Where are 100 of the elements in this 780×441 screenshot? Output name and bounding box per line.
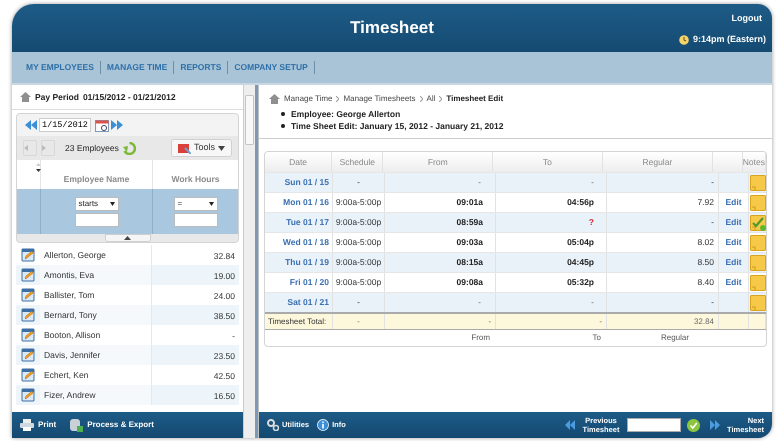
table-cell: 8.50 (697, 256, 714, 269)
chevron-icon (336, 96, 340, 102)
filter-field[interactable] (74, 212, 118, 226)
table-cell: 9:00a-5:00p (336, 256, 382, 269)
home-icon (269, 94, 280, 104)
rewind-icon (25, 120, 37, 130)
column-header: Regular (642, 156, 672, 168)
employee-name[interactable]: Booton, Allison (44, 328, 100, 342)
breadcrumb-link[interactable]: All (426, 93, 436, 105)
edit-link[interactable]: Edit (725, 256, 742, 269)
clock-icon (678, 34, 689, 45)
column-header: Date (289, 156, 308, 168)
print-button[interactable]: Print (20, 419, 56, 431)
sticky-note-icon (750, 174, 766, 190)
filter-dropdown[interactable]: starts (74, 196, 118, 210)
edit-link[interactable]: Edit (725, 236, 742, 249)
home-icon (20, 92, 31, 102)
note-button[interactable] (750, 274, 766, 290)
table-cell: - (711, 176, 714, 189)
employee-count: 23 Employees (65, 142, 119, 154)
filter-field[interactable] (174, 212, 218, 226)
edit-link[interactable]: Edit (725, 276, 742, 289)
table-cell: - (591, 296, 594, 309)
date-link[interactable]: Fri 01 / 20 (290, 276, 329, 289)
table-cell: - (478, 296, 481, 309)
total-cell: - (488, 316, 491, 328)
edit-link[interactable]: Edit (725, 216, 742, 229)
chevron-icon (420, 96, 423, 102)
note-button[interactable] (750, 234, 766, 250)
scrollbar[interactable] (243, 85, 255, 438)
note-button[interactable] (750, 294, 766, 310)
checkmark-icon (687, 418, 700, 432)
table-cell: 09:08a (456, 276, 483, 289)
total-cell: 32.84 (694, 316, 714, 328)
column-header: Notes (742, 156, 765, 168)
work-hours: 24.00 (214, 291, 235, 301)
date-link[interactable]: Mon 01 / 16 (283, 196, 329, 209)
edit-pencil-icon (21, 288, 35, 302)
date-link[interactable]: Sun 01 / 15 (284, 176, 329, 189)
note-button[interactable] (750, 174, 766, 190)
caret-icon (218, 146, 225, 150)
employee-name[interactable]: Echert, Ken (44, 368, 88, 382)
date-field[interactable]: 1/15/2012 (39, 118, 91, 132)
next-page-button[interactable] (41, 140, 55, 156)
previous-page-button[interactable] (23, 140, 37, 156)
database-icon (70, 418, 84, 432)
table-cell: 8.02 (697, 236, 714, 249)
table-cell: ? (588, 216, 594, 229)
table-cell: 9:00a-5:00p (336, 276, 382, 289)
date-link[interactable]: Tue 01 / 17 (286, 216, 329, 229)
table-cell: 09:03a (456, 236, 483, 249)
sticky-note-icon (750, 194, 766, 210)
work-hours: 32.84 (214, 251, 235, 261)
logout-link[interactable]: Logout (732, 12, 762, 26)
approved-note-button[interactable] (750, 214, 766, 230)
table-cell: 08:59a (456, 216, 483, 229)
breadcrumb-link[interactable]: Manage Timesheets (343, 93, 416, 105)
table-cell: 04:56p (567, 196, 594, 209)
toolbox-icon (178, 142, 191, 154)
up-arrow-icon (124, 236, 131, 240)
timesheet-field[interactable] (627, 418, 681, 432)
total-cell: - (357, 316, 360, 328)
app-title: Timesheet (350, 17, 434, 40)
footer-label: From (471, 332, 490, 344)
sticky-note-icon (750, 254, 766, 270)
note-button[interactable] (750, 194, 766, 210)
table-cell: - (357, 176, 360, 189)
footer-label: To (592, 332, 601, 344)
employee-name[interactable]: Allerton, George (44, 248, 106, 262)
table-cell: 7.92 (697, 196, 714, 209)
calendar-icon (95, 118, 109, 132)
table-cell: 9:00a-5:00p (336, 216, 382, 229)
sticky-note-icon (750, 294, 766, 310)
breadcrumb-link[interactable]: Timesheet Edit (446, 93, 504, 105)
date-link[interactable]: Wed 01 / 18 (282, 236, 329, 249)
table-cell: 05:04p (567, 236, 594, 249)
work-hours: 19.00 (214, 271, 235, 281)
caret-icon (110, 202, 114, 206)
date-link[interactable]: Thu 01 / 19 (285, 256, 329, 269)
breadcrumb-link[interactable]: Manage Time (284, 93, 332, 105)
tools-button[interactable]: Tools (170, 139, 232, 157)
table-cell: 8.40 (697, 276, 714, 289)
info-icon (317, 419, 330, 431)
detail-text: Employee: George Allerton (291, 108, 400, 120)
table-cell: 04:45p (567, 256, 594, 269)
footer-label: Regular (660, 332, 689, 344)
table-cell: - (591, 176, 594, 189)
note-button[interactable] (750, 254, 766, 270)
edit-link[interactable]: Edit (725, 196, 742, 209)
process-export-button[interactable]: Process & Export (70, 418, 154, 432)
date-link[interactable]: Sat 01 / 21 (287, 296, 329, 309)
filter-dropdown[interactable]: = (174, 196, 218, 210)
printer-icon (20, 419, 34, 431)
employee-name[interactable]: Ballister, Tom (44, 288, 94, 302)
table-cell: 9:00a-5:00p (336, 196, 382, 209)
collapse-button[interactable] (104, 234, 150, 242)
column-header: From (428, 156, 448, 168)
edit-pencil-icon (21, 268, 35, 282)
column-header: Employee Name (64, 173, 130, 186)
edit-pencil-icon (21, 328, 35, 342)
